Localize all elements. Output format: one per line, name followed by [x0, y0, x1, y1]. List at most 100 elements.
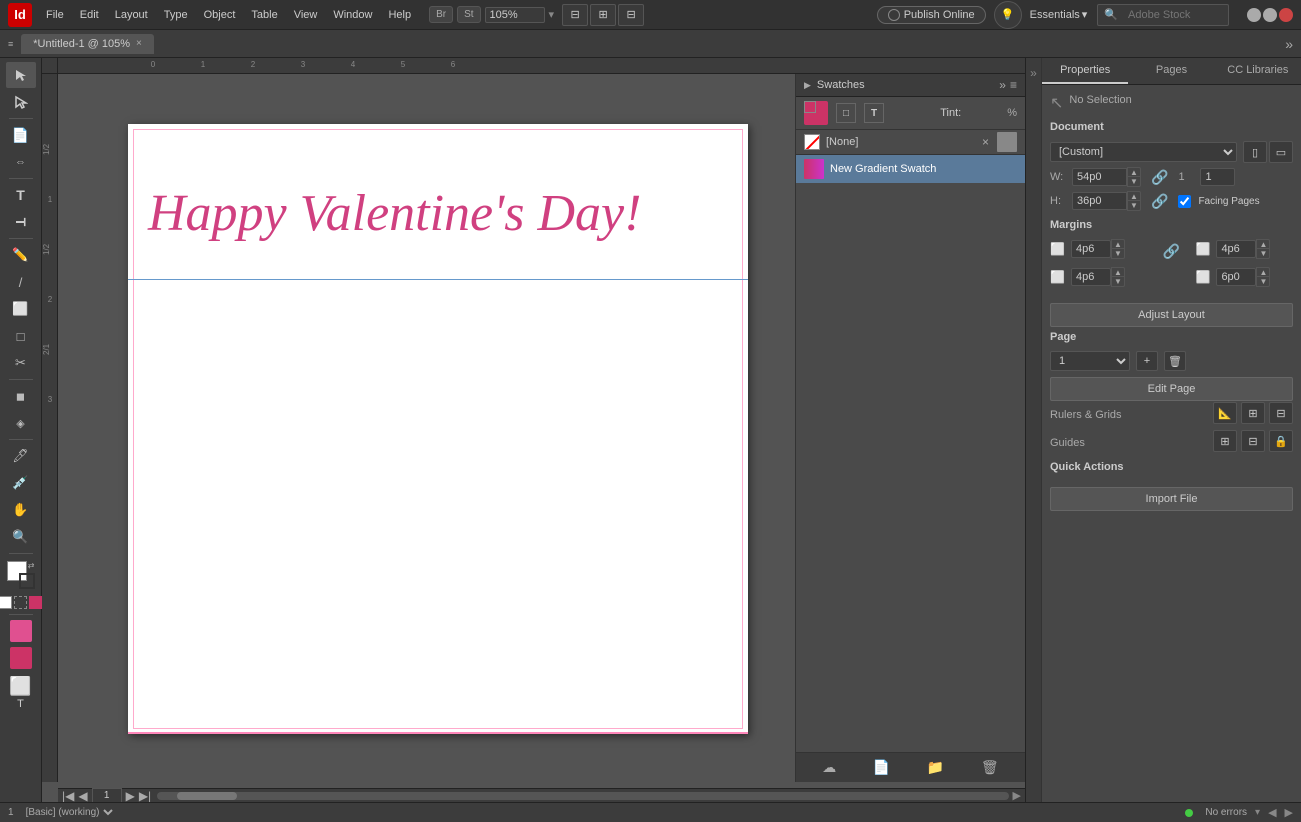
adjust-layout-button[interactable]: Adjust Layout: [1050, 303, 1293, 327]
prev-page-icon[interactable]: ◀: [78, 789, 87, 803]
tab-cc-libraries[interactable]: CC Libraries: [1215, 58, 1301, 84]
h-scrollbar-track[interactable]: [157, 792, 1008, 800]
margin-top-stepper[interactable]: ▲ ▼: [1071, 239, 1125, 259]
guide-settings-icon[interactable]: ⊟: [1241, 430, 1265, 452]
current-page-input[interactable]: [92, 788, 122, 802]
document-grid-icon[interactable]: ⊟: [1269, 402, 1293, 424]
pink-color-swatch[interactable]: [10, 620, 32, 642]
width-increment-btn[interactable]: ▲: [1127, 167, 1141, 177]
swatch-text-btn[interactable]: T: [864, 103, 884, 123]
layout-icon-1[interactable]: ⊟: [562, 4, 588, 26]
stock-button[interactable]: St: [457, 6, 480, 23]
margins-section-header[interactable]: Margins: [1050, 215, 1293, 235]
height-input[interactable]: [1072, 192, 1127, 210]
menu-layout[interactable]: Layout: [109, 7, 154, 23]
document-tab[interactable]: *Untitled-1 @ 105% ×: [21, 34, 154, 54]
margin-top-input[interactable]: [1071, 240, 1111, 258]
note-tool[interactable]: 🖊: [6, 443, 36, 469]
fill-stroke-colors[interactable]: ⇄: [7, 561, 35, 589]
add-page-icon[interactable]: +: [1136, 351, 1158, 371]
width-stepper[interactable]: ▲ ▼: [1072, 167, 1141, 187]
search-input[interactable]: [1122, 7, 1222, 23]
new-page-icon[interactable]: 📄: [873, 759, 890, 776]
grid-icon[interactable]: ⊞: [1241, 402, 1265, 424]
document-section-header[interactable]: Document: [1050, 117, 1293, 137]
layout-icon-2[interactable]: ⊞: [590, 4, 616, 26]
import-file-button[interactable]: Import File: [1050, 487, 1293, 511]
tab-close-button[interactable]: ×: [136, 38, 142, 49]
menu-object[interactable]: Object: [198, 7, 242, 23]
horizontal-scrollbar[interactable]: |◀ ◀ ▶ ▶| ▶: [58, 788, 1025, 802]
close-button[interactable]: [1279, 8, 1293, 22]
eyedropper-tool[interactable]: 💉: [6, 470, 36, 496]
margin-right-dec[interactable]: ▼: [1256, 277, 1270, 287]
swatches-menu-icon[interactable]: ≡: [1010, 78, 1017, 92]
delete-page-icon[interactable]: 🗑: [1164, 351, 1186, 371]
menu-view[interactable]: View: [288, 7, 324, 23]
tab-properties[interactable]: Properties: [1042, 58, 1128, 84]
margin-bottom-inc[interactable]: ▲: [1111, 267, 1125, 277]
minimize-button[interactable]: [1247, 8, 1261, 22]
margin-bottom-dec[interactable]: ▼: [1111, 277, 1125, 287]
panel-expand-icon[interactable]: »: [1285, 36, 1293, 52]
margin-left-input[interactable]: [1216, 240, 1256, 258]
menu-type[interactable]: Type: [158, 7, 194, 23]
facing-pages-checkbox[interactable]: [1178, 195, 1191, 208]
status-dropdown-icon[interactable]: ▾: [1255, 807, 1260, 818]
page-section-header[interactable]: Page: [1050, 327, 1293, 347]
margin-right-inc[interactable]: ▲: [1256, 267, 1270, 277]
zoom-tool[interactable]: 🔍: [6, 524, 36, 550]
swatch-delete-icon[interactable]: ×: [982, 135, 989, 149]
swatch-gradient-row[interactable]: New Gradient Swatch: [796, 155, 1025, 183]
hand-tool[interactable]: ✋: [6, 497, 36, 523]
width-decrement-btn[interactable]: ▼: [1127, 177, 1141, 187]
collapse-left-icon[interactable]: ≡: [8, 39, 13, 49]
type-tool[interactable]: T: [6, 182, 36, 208]
folder-icon[interactable]: 📁: [927, 759, 944, 776]
scissors-tool[interactable]: ✂: [6, 350, 36, 376]
page-tool[interactable]: 📄: [6, 122, 36, 148]
landscape-icon[interactable]: ▭: [1269, 141, 1293, 163]
status-arrow-left[interactable]: ◀: [1268, 806, 1276, 819]
edit-page-button[interactable]: Edit Page: [1050, 377, 1293, 401]
margin-left-inc[interactable]: ▲: [1256, 239, 1270, 249]
height-increment-btn[interactable]: ▲: [1127, 191, 1141, 201]
swatch-gray-btn[interactable]: [997, 132, 1017, 152]
menu-edit[interactable]: Edit: [74, 7, 105, 23]
page-select[interactable]: 1: [1050, 351, 1130, 371]
height-decrement-btn[interactable]: ▼: [1127, 201, 1141, 211]
margin-left-dec[interactable]: ▼: [1256, 249, 1270, 259]
margin-top-inc[interactable]: ▲: [1111, 239, 1125, 249]
rectangle-frame-tool[interactable]: ⬜: [6, 296, 36, 322]
guide-lock-icon[interactable]: 🔒: [1269, 430, 1293, 452]
menu-table[interactable]: Table: [245, 7, 283, 23]
margin-left-stepper[interactable]: ▲ ▼: [1216, 239, 1270, 259]
h-scrollbar-thumb[interactable]: [177, 792, 237, 800]
normal-mode-btn[interactable]: [0, 596, 12, 609]
margin-bottom-input[interactable]: [1071, 268, 1111, 286]
cloud-icon[interactable]: ☁: [822, 759, 836, 776]
chain-link-icon-2[interactable]: 🔗: [1151, 193, 1168, 210]
height-stepper[interactable]: ▲ ▼: [1072, 191, 1141, 211]
guide-add-icon[interactable]: ⊞: [1213, 430, 1237, 452]
gradient-mode-btn[interactable]: [14, 596, 27, 609]
essentials-button[interactable]: Essentials ▾: [1030, 8, 1088, 21]
line-tool[interactable]: /: [6, 269, 36, 295]
zoom-input[interactable]: [485, 7, 545, 23]
pencil-tool[interactable]: ✏️: [6, 242, 36, 268]
screen-mode-icon[interactable]: ⬜: [9, 676, 31, 697]
swatch-none-label[interactable]: [None]: [826, 136, 858, 148]
view-mode-icon[interactable]: T: [17, 698, 24, 710]
status-arrow-right[interactable]: ▶: [1285, 806, 1293, 819]
menu-help[interactable]: Help: [382, 7, 417, 23]
stroke-color[interactable]: [19, 573, 35, 589]
portrait-icon[interactable]: ▯: [1243, 141, 1267, 163]
style-select[interactable]: [Basic] (working): [22, 806, 116, 819]
selection-tool[interactable]: [6, 62, 36, 88]
document-preset-select[interactable]: [Custom]: [1050, 142, 1237, 162]
direct-selection-tool[interactable]: [6, 89, 36, 115]
menu-file[interactable]: File: [40, 7, 70, 23]
lightbulb-icon[interactable]: 💡: [994, 1, 1022, 29]
menu-window[interactable]: Window: [327, 7, 378, 23]
rectangle-tool[interactable]: □: [6, 323, 36, 349]
